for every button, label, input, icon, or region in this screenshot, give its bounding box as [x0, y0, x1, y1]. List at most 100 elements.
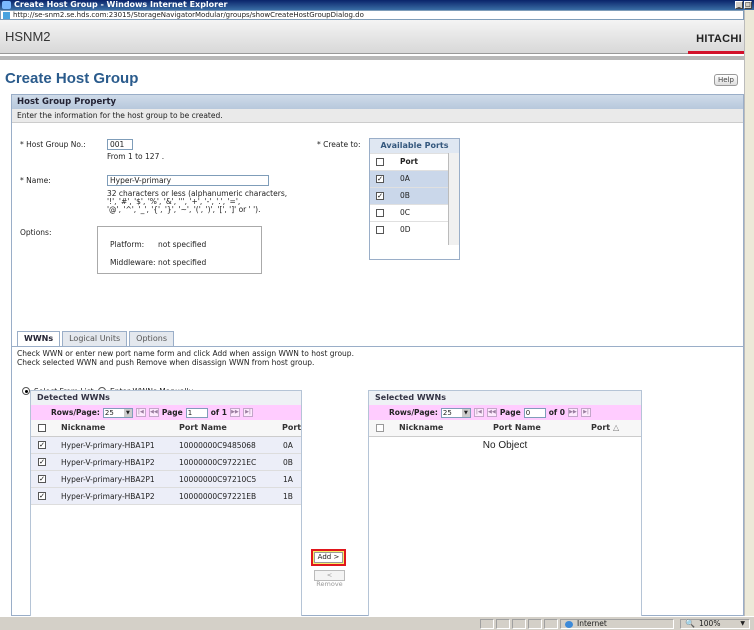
- page-of-label: of 1: [210, 408, 227, 417]
- row-nickname: Hyper-V-primary-HBA1P1: [61, 441, 155, 450]
- port-checkbox-0d[interactable]: [376, 226, 384, 234]
- col-nickname[interactable]: Nickname: [61, 423, 105, 432]
- available-ports-list: Available Ports Port ✓ 0A ✓ 0B 0C 0D: [369, 138, 460, 260]
- ports-header-row: Port: [370, 153, 459, 170]
- zoom-icon: 🔍: [685, 619, 695, 628]
- options-box: Platform: not specified Middleware: not …: [97, 226, 262, 274]
- table-row[interactable]: ✓ Hyper-V-primary-HBA1P2 10000000C97221E…: [31, 488, 301, 505]
- detected-select-all-checkbox[interactable]: [38, 424, 46, 432]
- row-checkbox[interactable]: ✓: [38, 458, 46, 466]
- rows-per-page-label: Rows/Page:: [389, 408, 438, 417]
- help-button[interactable]: Help: [714, 74, 738, 86]
- host-group-no-input[interactable]: 001: [107, 139, 133, 150]
- zoom-level: 100%: [699, 619, 721, 628]
- name-input[interactable]: Hyper-V-primary: [107, 175, 269, 186]
- tab-logical-units[interactable]: Logical Units: [62, 331, 128, 346]
- app-header: HSNM2 HITACHI: [0, 20, 744, 54]
- sort-asc-icon[interactable]: △: [613, 423, 619, 432]
- selected-wwns-title: Selected WWNs: [369, 391, 641, 405]
- window-scrollbar[interactable]: [744, 10, 754, 616]
- last-page-button[interactable]: ▶|: [242, 408, 253, 417]
- row-port: 0A: [283, 441, 293, 450]
- page-number-input[interactable]: 0: [523, 407, 546, 418]
- address-bar[interactable]: http://se-snm2.se.hds.com:23015/StorageN…: [0, 10, 744, 20]
- add-button[interactable]: Add >: [314, 552, 343, 563]
- status-cell: [496, 619, 510, 629]
- port-checkbox-0c[interactable]: [376, 209, 384, 217]
- port-label: 0C: [400, 208, 411, 217]
- app-area: HSNM2 HITACHI Create Host Group Help Hos…: [0, 20, 744, 616]
- header-divider: [0, 56, 744, 60]
- selected-select-all-checkbox[interactable]: [376, 424, 384, 432]
- detected-wwns-table: Detected WWNs Rows/Page: 25 |◀ ◀◀ Page 1…: [30, 390, 302, 616]
- status-cell: [512, 619, 526, 629]
- platform-value: not specified: [158, 240, 207, 249]
- last-page-button[interactable]: ▶|: [580, 408, 591, 417]
- page-icon: [3, 12, 10, 19]
- status-cell: [480, 619, 494, 629]
- page-label: Page: [499, 408, 521, 417]
- prev-page-button[interactable]: ◀◀: [486, 408, 497, 417]
- rows-per-page-label: Rows/Page:: [51, 408, 100, 417]
- wwns-description: Check WWN or enter new port name form an…: [17, 349, 354, 367]
- zone-indicator: Internet: [560, 619, 674, 629]
- row-port-name: 10000000C9485068: [179, 441, 256, 450]
- ie-icon: [2, 1, 11, 9]
- zoom-control[interactable]: 🔍 100% ▼: [680, 619, 750, 629]
- minimize-button[interactable]: _: [735, 1, 743, 9]
- ports-select-all-checkbox[interactable]: [376, 158, 384, 166]
- selected-header-row: Nickname Port Name Port △: [369, 420, 641, 437]
- row-checkbox[interactable]: ✓: [38, 492, 46, 500]
- table-row[interactable]: ✓ Hyper-V-primary-HBA1P1 10000000C948506…: [31, 437, 301, 454]
- port-row-0c[interactable]: 0C: [370, 204, 459, 221]
- host-group-no-label: * Host Group No.:: [20, 140, 86, 149]
- next-page-button[interactable]: ▶▶: [567, 408, 578, 417]
- remove-button[interactable]: < Remove: [314, 570, 345, 588]
- port-checkbox-0a[interactable]: ✓: [376, 175, 384, 183]
- app-name: HSNM2: [5, 29, 51, 44]
- globe-icon: [565, 621, 573, 628]
- row-checkbox[interactable]: ✓: [38, 441, 46, 449]
- page-label: Page: [161, 408, 183, 417]
- col-port-name[interactable]: Port Name: [179, 423, 227, 432]
- rows-per-page-select[interactable]: 25: [440, 407, 471, 418]
- first-page-button[interactable]: |◀: [135, 408, 146, 417]
- row-nickname: Hyper-V-primary-HBA1P2: [61, 458, 155, 467]
- ports-scrollbar[interactable]: [448, 153, 459, 245]
- port-row-0d[interactable]: 0D: [370, 221, 459, 238]
- empty-state: No Object: [482, 440, 528, 451]
- page-number-input[interactable]: 1: [185, 407, 208, 418]
- table-row[interactable]: ✓ Hyper-V-primary-HBA2P1 10000000C97210C…: [31, 471, 301, 488]
- row-port: 1A: [283, 475, 293, 484]
- hitachi-logo: HITACHI: [696, 33, 742, 45]
- table-row[interactable]: ✓ Hyper-V-primary-HBA1P2 10000000C97221E…: [31, 454, 301, 471]
- row-checkbox[interactable]: ✓: [38, 475, 46, 483]
- rows-per-page-select[interactable]: 25: [102, 407, 133, 418]
- middleware-value: not specified: [158, 258, 207, 267]
- status-bar: Internet 🔍 100% ▼: [0, 616, 754, 630]
- page-title: Create Host Group: [5, 70, 139, 87]
- col-nickname[interactable]: Nickname: [399, 423, 443, 432]
- col-port-name[interactable]: Port Name: [493, 423, 541, 432]
- select-from-list-radio[interactable]: [22, 387, 30, 395]
- options-label: Options:: [20, 228, 52, 237]
- detected-wwns-title: Detected WWNs: [31, 391, 301, 405]
- selected-wwns-table: Selected WWNs Rows/Page: 25 |◀ ◀◀ Page 0…: [368, 390, 642, 616]
- first-page-button[interactable]: |◀: [473, 408, 484, 417]
- port-row-0a[interactable]: ✓ 0A: [370, 170, 459, 187]
- tab-options[interactable]: Options: [129, 331, 175, 346]
- name-label: * Name:: [20, 176, 51, 185]
- detected-header-row: Nickname Port Name Port: [31, 420, 301, 437]
- col-port[interactable]: Port: [591, 423, 610, 432]
- wwns-desc-line-2: Check selected WWN and push Remove when …: [17, 358, 315, 367]
- prev-page-button[interactable]: ◀◀: [148, 408, 159, 417]
- tab-wwns[interactable]: WWNs: [17, 331, 61, 347]
- port-row-0b[interactable]: ✓ 0B: [370, 187, 459, 204]
- wwns-desc-line-1: Check WWN or enter new port name form an…: [17, 349, 354, 358]
- port-checkbox-0b[interactable]: ✓: [376, 192, 384, 200]
- col-port[interactable]: Port: [282, 423, 301, 432]
- row-port: 0B: [283, 458, 293, 467]
- row-nickname: Hyper-V-primary-HBA2P1: [61, 475, 155, 484]
- maximize-button[interactable]: □: [744, 1, 752, 9]
- next-page-button[interactable]: ▶▶: [229, 408, 240, 417]
